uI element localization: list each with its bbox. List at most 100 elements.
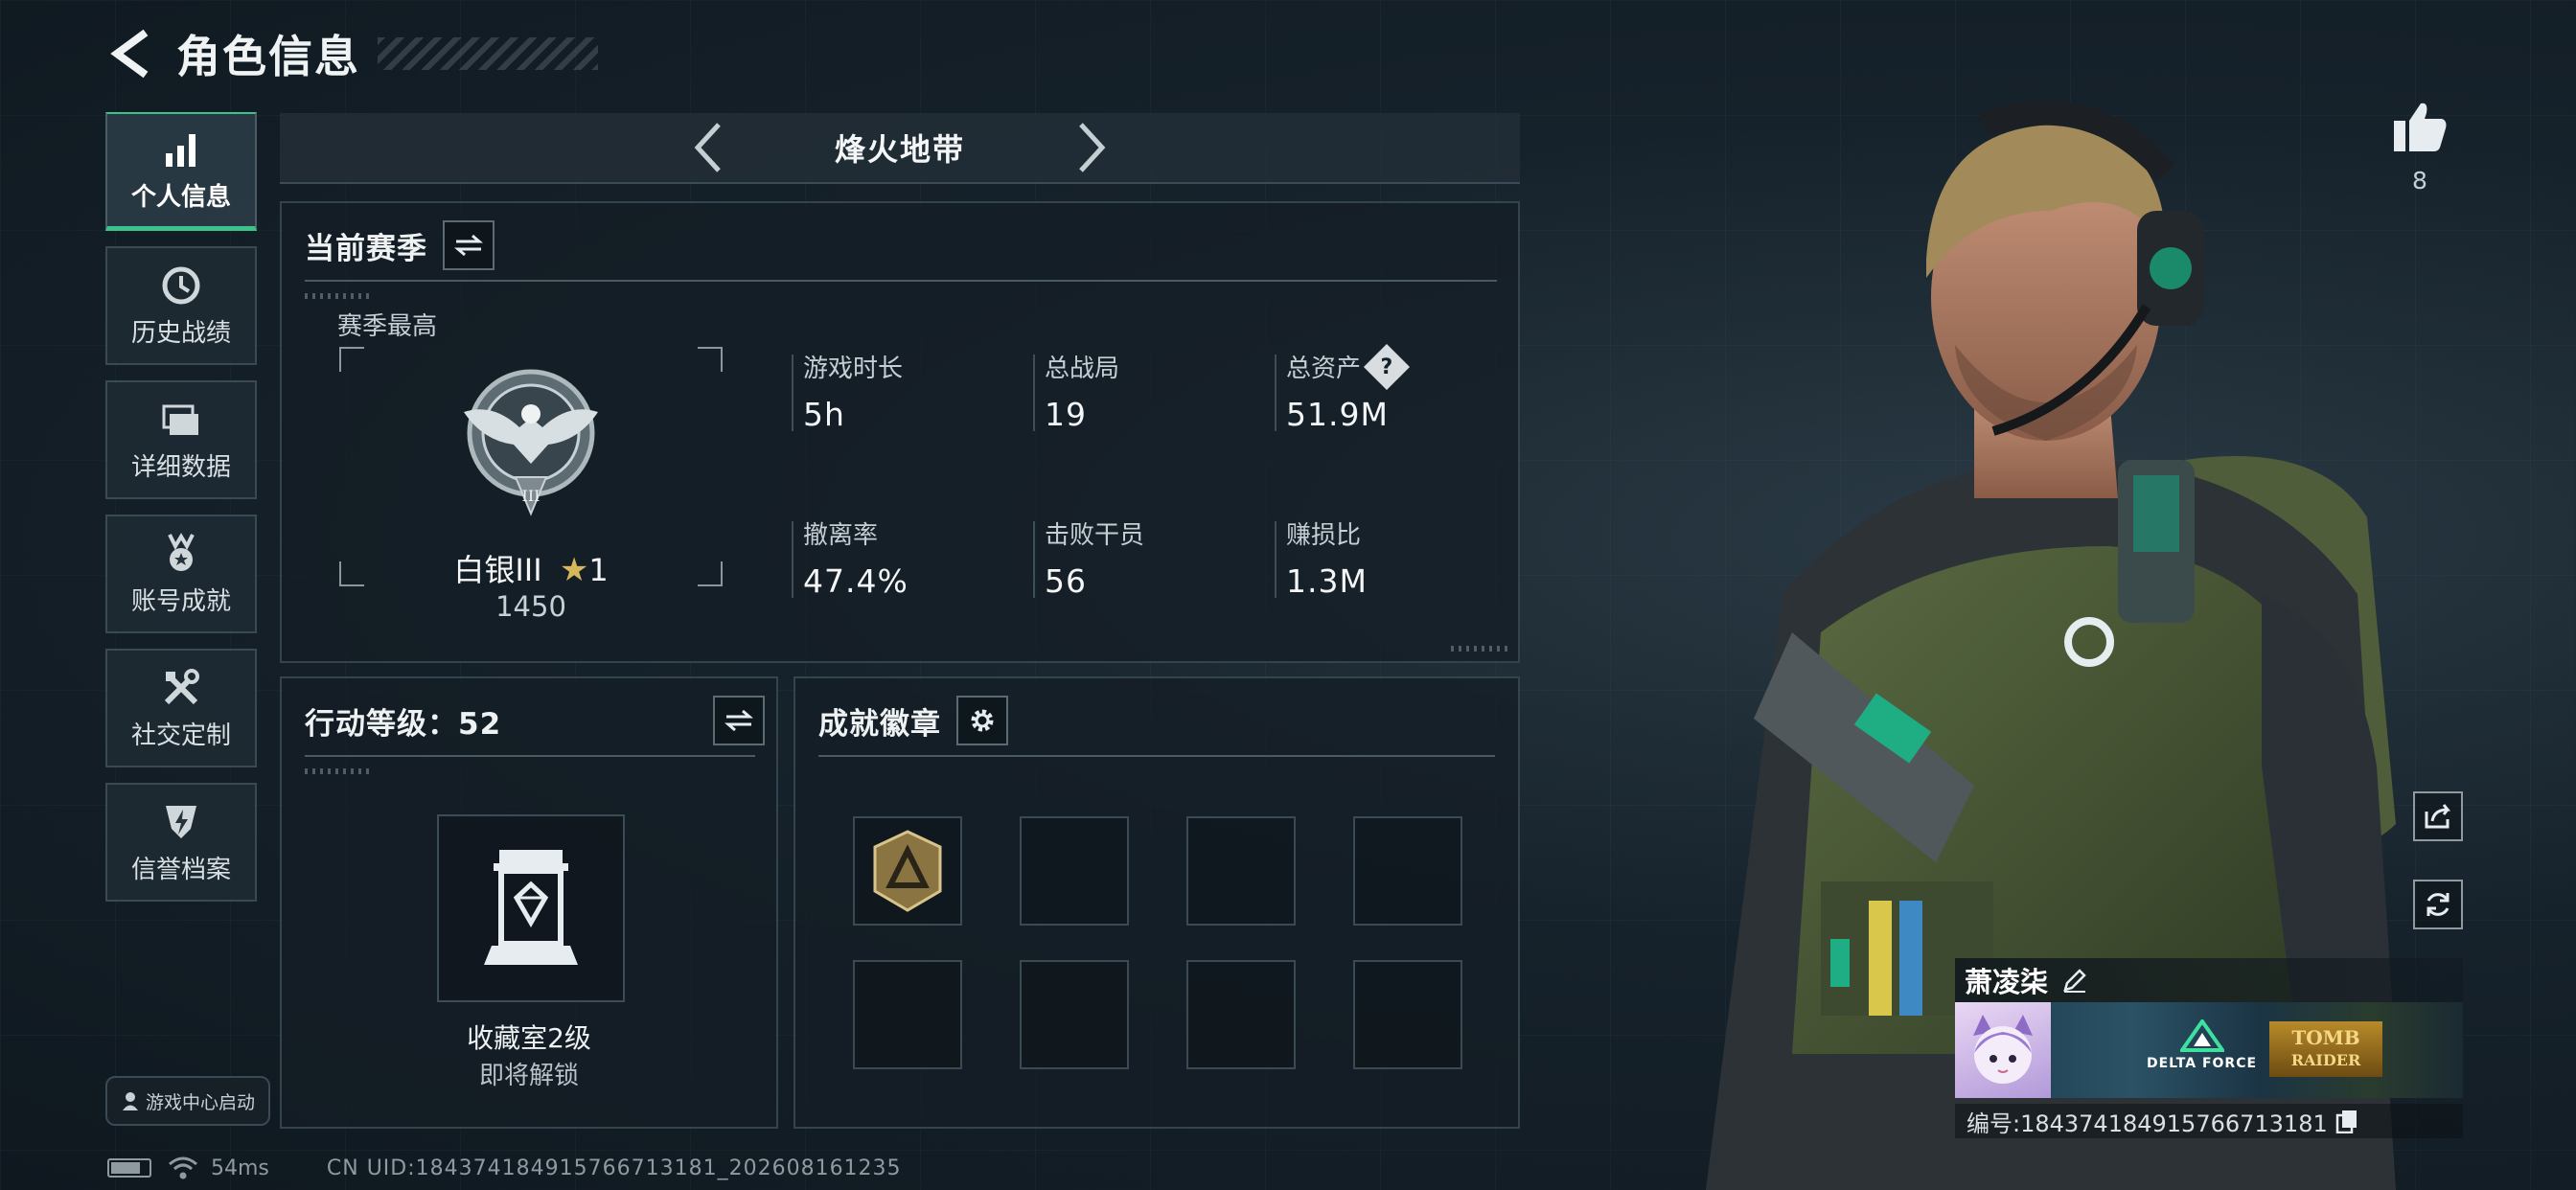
season-divider [305, 280, 1497, 282]
like-count: 8 [2412, 167, 2427, 195]
tomb-raider-logo: TOMB RAIDER [2269, 1021, 2382, 1077]
swap-icon [454, 234, 483, 257]
stat-label: 赚损比 [1286, 521, 1362, 550]
game-center-launch-button[interactable]: 游戏中心启动 [105, 1076, 270, 1126]
chevron-right-icon [1079, 123, 1106, 172]
stat-value: 19 [1045, 396, 1087, 433]
sidebar: 个人信息 历史战绩 详细数据 账号成就 社交定制 信誉档案 [105, 112, 257, 917]
sidebar-item-label: 信誉档案 [130, 855, 231, 884]
status-footer: 54ms CN UID:184374184915766713181_202608… [107, 1154, 902, 1182]
sidebar-item-social-custom[interactable]: 社交定制 [105, 649, 257, 767]
badge-slot-3[interactable] [1186, 816, 1296, 926]
frame-corner [698, 347, 723, 372]
chevron-left-icon [694, 123, 721, 172]
divider-dots [305, 293, 372, 299]
sidebar-item-achievements[interactable]: 账号成就 [105, 515, 257, 633]
delta-logo-icon [2177, 1018, 2226, 1052]
pencil-icon [2063, 969, 2086, 993]
help-button[interactable]: ? [1363, 343, 1411, 390]
delta-force-logo: DELTA FORCE [2147, 1018, 2258, 1071]
gear-icon [971, 709, 994, 732]
sidebar-item-history[interactable]: 历史战绩 [105, 246, 257, 365]
sidebar-item-detail-data[interactable]: 详细数据 [105, 380, 257, 499]
action-panel-header: 行动等级：52 [305, 696, 765, 745]
action-level-panel: 行动等级：52 收藏室2级 即将解锁 [280, 676, 778, 1129]
action-divider [305, 755, 755, 757]
mode-prev-button[interactable] [679, 119, 737, 176]
stat-value: 56 [1045, 562, 1087, 600]
raider-text: RAIDER [2290, 1051, 2361, 1069]
badge-slot-7[interactable] [1186, 960, 1296, 1069]
sidebar-item-personal-info[interactable]: 个人信息 [105, 112, 257, 231]
action-switch-button[interactable] [713, 696, 765, 745]
back-arrow-icon [110, 29, 149, 79]
edit-name-button[interactable] [2061, 967, 2088, 994]
season-panel: 当前赛季 赛季最高 III 白银III ★1 1450 游戏时长 5h 总战局 … [280, 201, 1520, 663]
player-banner[interactable]: DELTA FORCE TOMB RAIDER [1955, 1002, 2463, 1098]
rank-name: 白银III [453, 552, 542, 588]
sidebar-item-credit-record[interactable]: 信誉档案 [105, 783, 257, 902]
tomb-text: TOMB [2291, 1026, 2360, 1049]
rank-points: 1450 [495, 590, 566, 623]
medal-icon [159, 532, 203, 576]
badge-slot-5[interactable] [853, 960, 962, 1069]
share-button[interactable] [2413, 791, 2463, 841]
refresh-icon [2426, 893, 2450, 916]
folder-icon [159, 398, 203, 442]
back-button[interactable] [105, 25, 157, 82]
badges-panel-header: 成就徽章 [818, 696, 1008, 745]
stat-separator [792, 521, 794, 598]
page-header: 角色信息 [105, 23, 598, 84]
achievement-badges-panel: 成就徽章 [794, 676, 1520, 1129]
season-switch-button[interactable] [443, 220, 494, 270]
rank-display: III 白银III ★1 1450 [339, 347, 723, 623]
share-icon [2425, 804, 2451, 829]
stat-label: 总战局 [1045, 355, 1120, 383]
copy-id-button[interactable] [2335, 1109, 2358, 1133]
sidebar-item-label: 详细数据 [130, 452, 231, 482]
like-button[interactable] [2386, 100, 2453, 157]
stat-total-matches: 总战局 19 [1033, 349, 1275, 433]
badge-slot-1[interactable] [853, 816, 962, 926]
stat-value: 5h [803, 396, 845, 433]
delta-force-logo-text: DELTA FORCE [2147, 1056, 2258, 1071]
stat-separator [1033, 355, 1035, 431]
season-panel-header: 当前赛季 [305, 220, 494, 270]
stat-profit-loss-ratio: 赚损比 1.3M [1275, 515, 1516, 600]
badge-slot-6[interactable] [1020, 960, 1129, 1069]
stat-label: 撤离率 [803, 521, 879, 550]
ping-value: 54ms [211, 1156, 269, 1180]
history-clock-icon [159, 263, 203, 308]
divider-dots [305, 768, 372, 774]
silver-rank-emblem-icon: III [464, 369, 598, 516]
bar-chart-icon [159, 127, 203, 172]
stat-value: 47.4% [803, 562, 908, 600]
star-icon: ★ [559, 551, 589, 589]
collection-room-status: 即将解锁 [478, 1062, 579, 1090]
stat-value: 1.3M [1286, 562, 1368, 600]
player-card: 萧凌柒 DELTA FORCE TOMB RAIDER 编号:184374184… [1955, 958, 2463, 1140]
refresh-button[interactable] [2413, 880, 2463, 929]
swap-icon [724, 709, 753, 732]
header-decoration [378, 37, 598, 70]
collection-room-button[interactable] [437, 814, 625, 1002]
badges-divider [818, 755, 1495, 757]
badge-slot-4[interactable] [1353, 816, 1462, 926]
sidebar-item-label: 个人信息 [130, 183, 231, 212]
mode-next-button[interactable] [1063, 119, 1120, 176]
collection-room-label: 收藏室2级 [467, 1022, 591, 1054]
frame-corner [339, 347, 364, 372]
stat-separator [1033, 521, 1035, 598]
badges-settings-button[interactable] [956, 696, 1008, 745]
avatar[interactable] [1955, 1002, 2051, 1098]
stat-play-time: 游戏时长 5h [792, 349, 1033, 433]
badge-emblem-icon [873, 830, 942, 912]
help-icon: ? [1380, 354, 1393, 378]
tools-icon [159, 666, 203, 710]
stat-label: 游戏时长 [803, 355, 904, 383]
player-id-row: 编号:184374184915766713181 [1955, 1104, 2463, 1138]
stat-operators-defeated: 击败干员 56 [1033, 515, 1275, 600]
badge-slot-8[interactable] [1353, 960, 1462, 1069]
badge-slot-2[interactable] [1020, 816, 1129, 926]
season-best-label: 赛季最高 [337, 312, 438, 341]
